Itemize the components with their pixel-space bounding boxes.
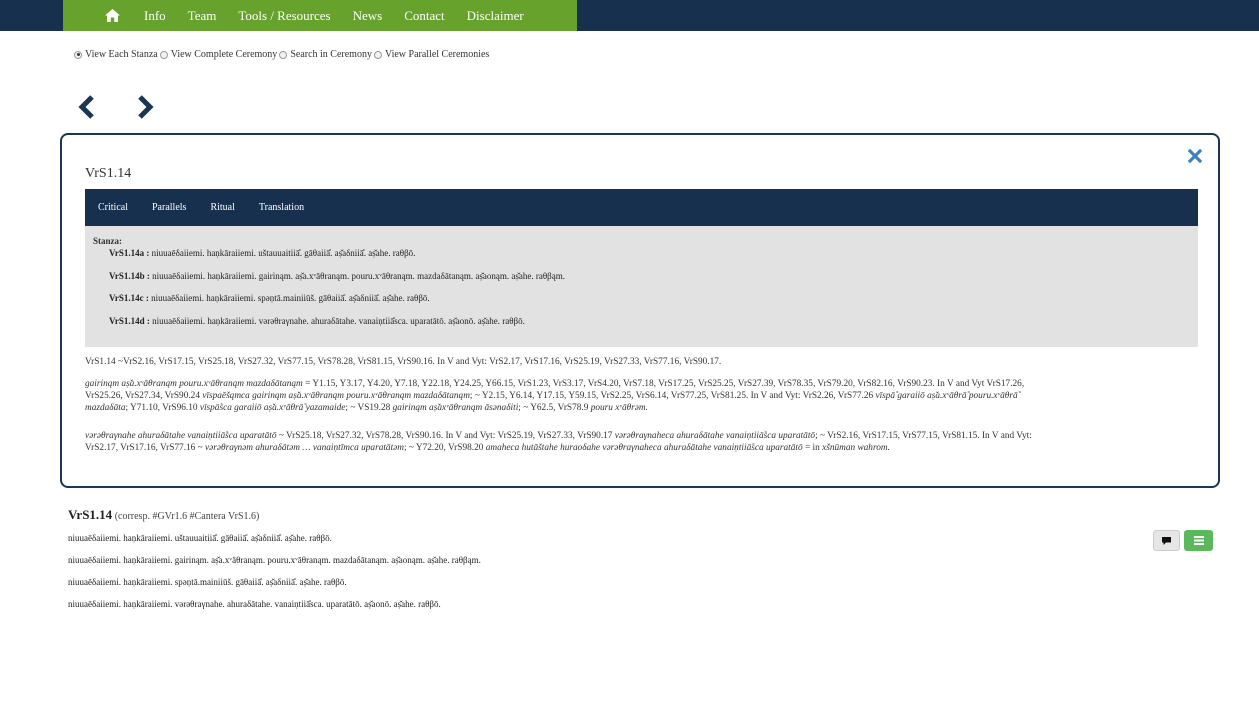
text-segment: ; ~ Y62.5, VrS78.9 [518, 403, 591, 413]
nav-disclaimer[interactable]: Disclaimer [467, 8, 524, 24]
nav-info[interactable]: Info [144, 8, 166, 24]
list-icon [1193, 536, 1204, 545]
tab-critical[interactable]: Critical [98, 202, 128, 213]
comment-button[interactable] [1153, 530, 1180, 551]
text-segment: VrS25.26, VrS27.34, VrS90.24 [85, 391, 203, 401]
stanza-box: Stanza: VrS1.14a : niuuaēδaiiemi. haṇkār… [85, 226, 1198, 347]
radio-selected-indicator[interactable] [74, 50, 82, 59]
stanza-heading: VrS1.14 (corresp. #GVr1.6 #Cantera VrS1.… [68, 507, 259, 523]
text-segment: ; ~ Y72.20, VrS98.20 [404, 443, 486, 453]
radio-view-each-stanza[interactable]: View Each Stanza [74, 49, 158, 60]
radio-indicator[interactable] [159, 50, 168, 59]
list-view-button[interactable] [1184, 530, 1213, 551]
parallels-paragraph-line: gairinąm aṣ̌a.xᵛāθranąm pouru.xᵛāθranąm … [85, 378, 1198, 390]
stanza-correspondence: (corresp. #GVr1.6 #Cantera VrS1.6) [112, 511, 260, 522]
chevron-left-icon [78, 95, 94, 119]
close-icon [1187, 148, 1203, 164]
stanza-text: niuuaēδaiiemi. haṇkāraiiemi. gairinąm. a… [149, 270, 565, 281]
radio-label: View Each Stanza [85, 49, 158, 60]
stanza-line: VrS1.14c : niuuaēδaiiemi. haṇkāraiiemi. … [109, 293, 1190, 316]
home-icon [104, 9, 120, 22]
previous-stanza-button[interactable] [77, 95, 99, 119]
stanza-line: VrS1.14d : niuuaēδaiiemi. haṇkāraiiemi. … [109, 316, 1190, 339]
nav-team[interactable]: Team [188, 8, 217, 24]
stanza-text: niuuaēδaiiemi. haṇkāraiiemi. vərəθraγnah… [149, 315, 525, 326]
close-panel-button[interactable] [1187, 148, 1204, 165]
text-segment: ; ~ VS19.28 [345, 403, 393, 413]
radio-indicator[interactable] [373, 50, 382, 59]
italic-text-segment: gairinąm aṣ̌a.xᵛāθranąm pouru.xᵛāθranąm … [85, 379, 303, 389]
stanza-line: VrS1.14b : niuuaēδaiiemi. haṇkāraiiemi. … [109, 271, 1190, 294]
radio-search-in-ceremony[interactable]: Search in Ceremony [279, 49, 372, 60]
stanza-id: VrS1.14a : [109, 248, 150, 258]
text-segment: = Y1.15, Y3.17, Y4.20, Y7.18, Y22.18, Y2… [302, 379, 1025, 389]
radio-label: View Parallel Ceremonies [384, 49, 490, 60]
parallels-paragraph-line: VrS25.26, VrS27.34, VrS90.24 vīspaēšąmca… [85, 390, 1198, 402]
radio-label: View Complete Ceremony [170, 49, 278, 60]
italic-text-segment: amaheca hutāštahe huraoδahe vərəθraγnahe… [485, 443, 803, 453]
radio-view-complete-ceremony[interactable]: View Complete Ceremony [159, 49, 278, 60]
view-options: View Each Stanza View Complete Ceremony … [74, 49, 491, 60]
tab-ritual[interactable]: Ritual [210, 202, 234, 213]
text-segment: ; ~ Y2.15, Y6.14, Y17.15, Y59.15, VrS2.2… [469, 391, 876, 401]
nav-contact[interactable]: Contact [404, 8, 444, 24]
stanza-text: niuuaēδaiiemi. haṇkāraiiemi. spəṇtā.main… [148, 293, 430, 303]
text-segment: ; ~ VrS2.16, VrS17.15, VrS77.15, VrS81.1… [815, 431, 1032, 441]
stanza-line: VrS1.14a : niuuaēδaiiemi. haṇkāraiiemi. … [109, 248, 1190, 271]
tab-translation[interactable]: Translation [259, 202, 304, 213]
stanza-panel: VrS1.14 Critical Parallels Ritual Transl… [60, 133, 1220, 488]
italic-text-segment: vīspaēšąmca gairinąm aṣ̌a.xᵛāθranąm pour… [202, 391, 470, 401]
stanza-header: Stanza: [93, 236, 122, 246]
panel-title: VrS1.14 [85, 166, 132, 181]
nav-news[interactable]: News [353, 8, 383, 24]
top-bar: Info Team Tools / Resources News Contact… [0, 0, 1259, 31]
text-segment: = in [802, 443, 823, 453]
text-segment: ; Y71.10, VrS96.10 [125, 403, 200, 413]
radio-view-parallel-ceremonies[interactable]: View Parallel Ceremonies [373, 49, 490, 60]
stanza-text-line: niuuaēδaiiemi. haṇkāraiiemi. spəṇtā.main… [68, 577, 347, 587]
tab-parallels[interactable]: Parallels [152, 202, 186, 213]
radio-label: Search in Ceremony [290, 49, 372, 60]
parallels-paragraph-line: mazdaδāta; Y71.10, VrS96.10 vīspā̊sca ga… [85, 402, 1198, 414]
italic-text-segment: vīspā̊sca garaiiō aṣ̌a.xᵛāθrā̊ yazamaide [199, 403, 346, 413]
main-nav: Info Team Tools / Resources News Contact… [63, 0, 577, 31]
home-link[interactable] [99, 6, 125, 26]
stanza-id: VrS1.14d : [109, 315, 150, 326]
radio-indicator[interactable] [279, 50, 288, 59]
stanza-heading-id[interactable]: VrS1.14 [68, 507, 112, 522]
text-segment: VrS2.17, VrS17.16, VrS77.16 ~ [85, 443, 206, 453]
parallels-paragraph-line: vərəθraγnahe ahuraδātahe vanaiṇtiiā̊sca … [85, 430, 1198, 442]
text-segment: ~ VrS25.18, VrS27.32, VrS78.28, VrS90.16… [276, 431, 615, 441]
italic-text-segment: vīspā̊ garaiiō aṣ̌a.xᵛāθrā̊ pouru.xᵛāθrā… [875, 391, 1018, 401]
italic-text-segment: vərəθraγnahe ahuraδātahe vanaiṇtiiā̊sca … [85, 431, 277, 441]
stanza-id: VrS1.14c : [109, 293, 149, 303]
chevron-right-icon [138, 95, 154, 119]
stanza-text: niuuaēδaiiemi. haṇkāraiiemi. uštauuaitii… [149, 248, 416, 258]
italic-text-segment: pouru xᵛāθrəm. [590, 403, 648, 413]
next-stanza-button[interactable] [135, 95, 157, 119]
stanza-text-line: niuuaēδaiiemi. haṇkāraiiemi. vərəθraγnah… [68, 599, 441, 609]
panel-tabs: Critical Parallels Ritual Translation [85, 189, 1198, 226]
comment-icon [1162, 536, 1171, 545]
parallels-intro: VrS1.14 ~VrS2.16, VrS17.15, VrS25.18, Vr… [85, 357, 722, 367]
nav-tools-resources[interactable]: Tools / Resources [238, 8, 330, 24]
stanza-text-line: niuuaēδaiiemi. haṇkāraiiemi. gairinąm. a… [68, 555, 481, 565]
stanza-text-line: niuuaēδaiiemi. haṇkāraiiemi. uštauuaitii… [68, 533, 332, 543]
parallels-paragraph-line: VrS2.17, VrS17.16, VrS77.16 ~ vərəθraγnə… [85, 442, 1198, 454]
italic-text-segment: vərəθraγnaheca ahuraδātahe vanaiṇtiiā̊sc… [614, 431, 816, 441]
italic-text-segment: gairinąm aṣ̌axᵛāθranąm āsənaδiti [392, 403, 519, 413]
italic-text-segment: xšnūman wahrom. [822, 443, 890, 453]
italic-text-segment: vərəθraγnəm ahuraδātəm … vanaiṇtīmca upa… [205, 443, 404, 453]
stanza-id: VrS1.14b : [109, 270, 150, 281]
italic-text-segment: mazdaδāta [85, 403, 126, 413]
